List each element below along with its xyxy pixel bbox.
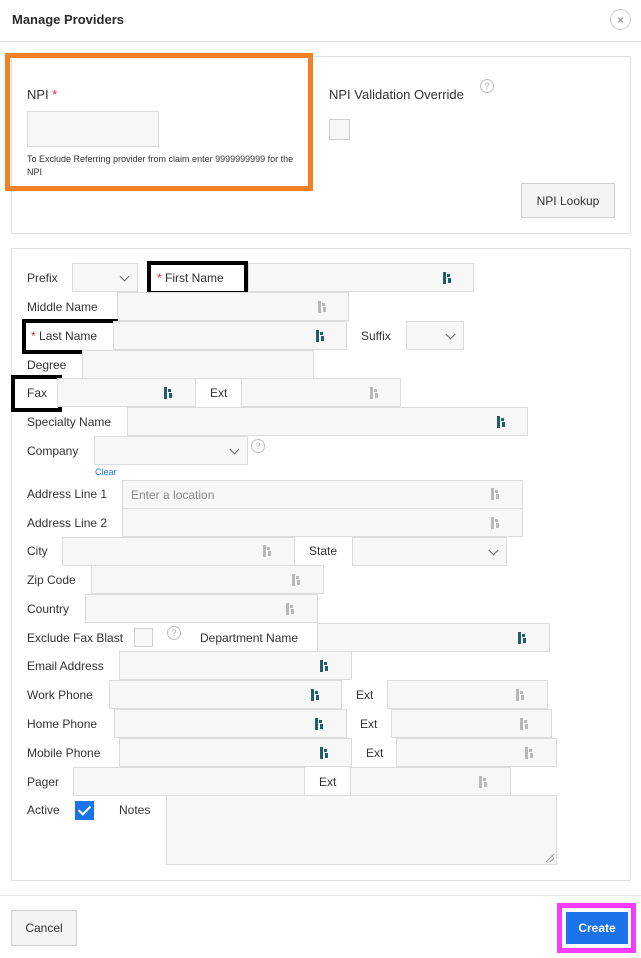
country-input[interactable] xyxy=(85,594,318,623)
npi-override-checkbox[interactable] xyxy=(329,119,350,140)
chevron-down-icon xyxy=(119,271,130,282)
keeper-icon[interactable] xyxy=(443,272,452,284)
keeper-icon[interactable] xyxy=(320,660,329,672)
required-mark: * xyxy=(52,87,58,102)
pager-label: Pager xyxy=(27,775,60,789)
help-icon[interactable]: ? xyxy=(480,79,494,93)
address1-label: Address Line 1 xyxy=(27,487,108,501)
keeper-icon[interactable] xyxy=(491,488,500,500)
address2-input[interactable] xyxy=(122,508,523,537)
prefix-label: Prefix xyxy=(27,271,58,285)
chevron-down-icon xyxy=(488,545,499,556)
footer-divider xyxy=(0,895,641,896)
help-icon[interactable]: ? xyxy=(251,439,265,453)
degree-label: Degree xyxy=(27,358,67,372)
city-label: City xyxy=(27,544,48,558)
create-button[interactable]: Create xyxy=(566,912,628,944)
exclude-fax-label: Exclude Fax Blast xyxy=(27,631,124,645)
middle-name-label: Middle Name xyxy=(27,300,98,314)
company-clear-link[interactable]: Clear xyxy=(95,467,117,477)
keeper-icon[interactable] xyxy=(164,387,173,399)
suffix-select[interactable] xyxy=(406,321,464,350)
active-checkbox[interactable] xyxy=(75,801,94,820)
keeper-icon[interactable] xyxy=(315,718,324,730)
pager-ext-label: Ext xyxy=(319,775,337,789)
email-input[interactable] xyxy=(119,651,352,680)
keeper-icon[interactable] xyxy=(318,301,327,313)
last-name-label: * Last Name xyxy=(31,329,98,343)
last-name-input[interactable] xyxy=(113,321,347,350)
keeper-icon[interactable] xyxy=(292,574,301,586)
email-label: Email Address xyxy=(27,659,104,673)
specialty-input[interactable] xyxy=(127,407,528,436)
npi-input[interactable] xyxy=(27,111,159,147)
state-label: State xyxy=(309,544,338,558)
chevron-down-icon xyxy=(229,444,240,455)
close-icon[interactable]: × xyxy=(610,9,631,30)
zip-label: Zip Code xyxy=(27,573,76,587)
first-name-input[interactable] xyxy=(248,263,474,292)
keeper-icon[interactable] xyxy=(263,545,272,557)
keeper-icon[interactable] xyxy=(316,330,325,342)
keeper-icon[interactable] xyxy=(516,689,525,701)
active-label: Active xyxy=(27,803,60,817)
notes-label: Notes xyxy=(119,803,151,817)
address2-label: Address Line 2 xyxy=(27,516,108,530)
home-phone-label: Home Phone xyxy=(27,717,98,731)
exclude-fax-checkbox[interactable] xyxy=(134,628,153,647)
home-phone-input[interactable] xyxy=(114,709,347,738)
prefix-select[interactable] xyxy=(72,263,138,292)
npi-override-label: NPI Validation Override xyxy=(329,87,464,102)
fax-ext-label: Ext xyxy=(210,386,228,400)
keeper-icon[interactable] xyxy=(497,416,506,428)
keeper-icon[interactable] xyxy=(525,747,534,759)
work-phone-input[interactable] xyxy=(109,680,342,709)
keeper-icon[interactable] xyxy=(518,632,527,644)
middle-name-input[interactable] xyxy=(117,292,349,321)
keeper-icon[interactable] xyxy=(491,517,500,529)
work-phone-label: Work Phone xyxy=(27,688,93,702)
header-divider xyxy=(0,41,641,42)
home-ext-label: Ext xyxy=(360,717,378,731)
company-label: Company xyxy=(27,444,79,458)
npi-label: NPI * xyxy=(27,87,58,102)
keeper-icon[interactable] xyxy=(311,689,320,701)
npi-hint: To Exclude Referring provider from claim… xyxy=(27,154,294,177)
mobile-phone-input[interactable] xyxy=(119,738,352,767)
help-icon[interactable]: ? xyxy=(167,626,181,640)
address1-input[interactable] xyxy=(122,480,523,509)
city-input[interactable] xyxy=(62,537,295,566)
keeper-icon[interactable] xyxy=(479,776,488,788)
degree-input[interactable] xyxy=(82,350,314,379)
mobile-phone-label: Mobile Phone xyxy=(27,746,101,760)
mobile-ext-label: Ext xyxy=(366,746,384,760)
cancel-button[interactable]: Cancel xyxy=(11,910,77,946)
department-input[interactable] xyxy=(317,623,550,652)
keeper-icon[interactable] xyxy=(320,747,329,759)
company-select[interactable] xyxy=(94,436,248,465)
specialty-label: Specialty Name xyxy=(27,415,112,429)
department-label: Department Name xyxy=(200,631,299,645)
dialog-title: Manage Providers xyxy=(12,12,124,27)
resize-grip-icon[interactable] xyxy=(546,854,554,862)
fax-label: Fax xyxy=(27,386,48,400)
pager-input[interactable] xyxy=(73,767,305,796)
first-name-label: * First Name xyxy=(157,271,224,285)
chevron-down-icon xyxy=(445,329,456,340)
suffix-label: Suffix xyxy=(361,329,391,343)
work-ext-label: Ext xyxy=(356,688,374,702)
npi-lookup-button[interactable]: NPI Lookup xyxy=(521,183,615,218)
keeper-icon[interactable] xyxy=(370,387,379,399)
keeper-icon[interactable] xyxy=(286,603,295,615)
fax-input[interactable] xyxy=(57,378,196,407)
zip-input[interactable] xyxy=(91,565,324,594)
notes-textarea[interactable] xyxy=(166,795,557,865)
keeper-icon[interactable] xyxy=(520,718,529,730)
country-label: Country xyxy=(27,602,70,616)
state-select[interactable] xyxy=(352,537,507,566)
